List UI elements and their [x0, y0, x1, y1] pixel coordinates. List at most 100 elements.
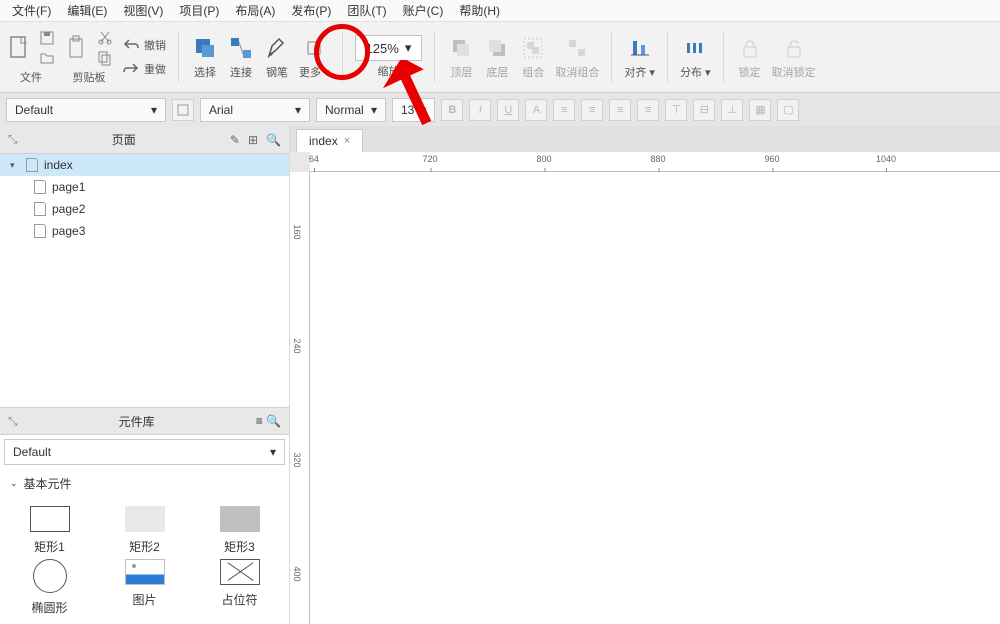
page-label: page3	[52, 224, 85, 238]
expand-icon[interactable]: ▾	[10, 160, 20, 171]
library-category[interactable]: ⌄ 基本元件	[0, 469, 289, 498]
left-panel: ⤡ 页面 ✎ ⊞ 🔍 ▾ index page1 page2	[0, 126, 290, 624]
bold-button[interactable]: B	[441, 99, 463, 121]
menu-project[interactable]: 项目(P)	[171, 2, 227, 19]
border-button[interactable]: ▢	[777, 99, 799, 121]
undo-icon	[122, 36, 140, 54]
new-file-icon[interactable]	[6, 34, 34, 62]
align-center-button[interactable]: ≡	[609, 99, 631, 121]
ruler-tick: 720	[422, 154, 437, 164]
lib-menu-icon[interactable]: ≡	[256, 414, 263, 428]
formatbar: Default▾ Arial▾ Normal▾ 13▾ B I U A ≡ ≡ …	[0, 92, 1000, 126]
library-header: ⤡ 元件库 ≡ 🔍	[0, 407, 289, 435]
style-select[interactable]: Default▾	[6, 98, 166, 122]
menu-publish[interactable]: 发布(P)	[283, 2, 339, 19]
page-item-page1[interactable]: page1	[0, 176, 289, 198]
more-tool[interactable]: 更多 ▾	[299, 34, 330, 80]
menu-file[interactable]: 文件(F)	[4, 2, 59, 19]
select-label: 选择	[194, 64, 216, 80]
widget-rect3[interactable]: 矩形3	[194, 506, 285, 555]
underline-button[interactable]: U	[497, 99, 519, 121]
undo-button[interactable]: 撤销	[122, 36, 166, 54]
valign-mid-button[interactable]: ⊟	[693, 99, 715, 121]
connect-tool[interactable]: 连接	[227, 34, 255, 80]
lock-icon	[736, 34, 764, 62]
pen-icon	[263, 34, 291, 62]
canvas-tab-index[interactable]: index ×	[296, 129, 363, 152]
close-icon[interactable]: ×	[344, 135, 350, 147]
paste-icon[interactable]	[64, 34, 92, 62]
widget-rect2[interactable]: 矩形2	[99, 506, 190, 555]
canvas-tabbar: index ×	[290, 126, 1000, 152]
unlock-icon	[780, 34, 808, 62]
lock-button[interactable]: 锁定	[736, 34, 764, 80]
ruler-horizontal: 64 720 800 880 960 1040	[310, 152, 1000, 172]
redo-icon	[122, 60, 140, 78]
connect-icon	[227, 34, 255, 62]
zoom-select[interactable]: 125% ▾	[355, 35, 423, 61]
main: ⤡ 页面 ✎ ⊞ 🔍 ▾ index page1 page2	[0, 126, 1000, 624]
canvas[interactable]	[310, 172, 1000, 624]
canvas-area: index × 64 720 800 880 960 1040 160 240 …	[290, 126, 1000, 624]
fill-button[interactable]: ▦	[749, 99, 771, 121]
pages-list: ▾ index page1 page2 page3	[0, 154, 289, 407]
style-new-icon[interactable]	[172, 99, 194, 121]
align-left-button[interactable]: ≡	[581, 99, 603, 121]
distribute-button[interactable]: 分布 ▾	[680, 34, 711, 80]
page-item-page3[interactable]: page3	[0, 220, 289, 242]
copy-icon[interactable]	[96, 49, 114, 67]
cut-icon[interactable]	[96, 29, 114, 47]
send-back[interactable]: 底层	[483, 34, 511, 80]
bring-front[interactable]: 顶层	[447, 34, 475, 80]
lib-search-icon[interactable]: 🔍	[266, 414, 281, 428]
library-select[interactable]: Default ▾	[4, 439, 285, 465]
unlock-button[interactable]: 取消锁定	[772, 34, 816, 80]
select-tool[interactable]: 选择	[191, 34, 219, 80]
valign-top-button[interactable]: ⊤	[665, 99, 687, 121]
page-item-index[interactable]: ▾ index	[0, 154, 289, 176]
widget-ellipse[interactable]: 椭圆形	[4, 559, 95, 616]
widget-placeholder[interactable]: 占位符	[194, 559, 285, 616]
page-edit-icon[interactable]: ✎	[230, 133, 240, 147]
page-search-icon[interactable]: 🔍	[266, 133, 281, 147]
menu-edit[interactable]: 编辑(E)	[59, 2, 115, 19]
color-button[interactable]: A	[525, 99, 547, 121]
ruler-tick: 800	[536, 154, 551, 164]
ruler-tick: 320	[292, 452, 302, 467]
menu-account[interactable]: 账户(C)	[395, 2, 452, 19]
menu-view[interactable]: 视图(V)	[115, 2, 171, 19]
chevron-down-icon: ▾	[405, 40, 412, 56]
widget-rect1[interactable]: 矩形1	[4, 506, 95, 555]
size-select[interactable]: 13▾	[392, 98, 435, 122]
widget-image[interactable]: 图片	[99, 559, 190, 616]
redo-button[interactable]: 重做	[122, 60, 166, 78]
weight-select[interactable]: Normal▾	[316, 98, 386, 122]
save-icon[interactable]	[38, 29, 56, 47]
pen-tool[interactable]: 钢笔	[263, 34, 291, 80]
collapse-icon[interactable]: ⤡	[8, 414, 18, 429]
menu-help[interactable]: 帮助(H)	[451, 2, 508, 19]
menu-team[interactable]: 团队(T)	[339, 2, 394, 19]
group-button[interactable]: 组合	[519, 34, 547, 80]
redo-label: 重做	[144, 61, 166, 77]
file-label: 文件	[20, 69, 42, 85]
align-right-button[interactable]: ≡	[637, 99, 659, 121]
page-add-icon[interactable]: ⊞	[248, 133, 258, 147]
font-select[interactable]: Arial▾	[200, 98, 310, 122]
page-item-page2[interactable]: page2	[0, 198, 289, 220]
ruler-tick: 960	[764, 154, 779, 164]
chevron-down-icon: ▾	[151, 103, 157, 117]
ruler-tick: 160	[292, 224, 302, 239]
valign-bot-button[interactable]: ⊥	[721, 99, 743, 121]
align-button[interactable]: 对齐 ▾	[624, 34, 655, 80]
ungroup-button[interactable]: 取消组合	[555, 34, 599, 80]
collapse-icon[interactable]: ⤡	[8, 132, 18, 147]
bullets-button[interactable]: ≡	[553, 99, 575, 121]
open-icon[interactable]	[38, 49, 56, 67]
more-label: 更多	[299, 67, 321, 79]
pages-header: ⤡ 页面 ✎ ⊞ 🔍	[0, 126, 289, 154]
distribute-icon	[681, 34, 709, 62]
library-title: 元件库	[119, 413, 155, 430]
italic-button[interactable]: I	[469, 99, 491, 121]
menu-layout[interactable]: 布局(A)	[227, 2, 283, 19]
